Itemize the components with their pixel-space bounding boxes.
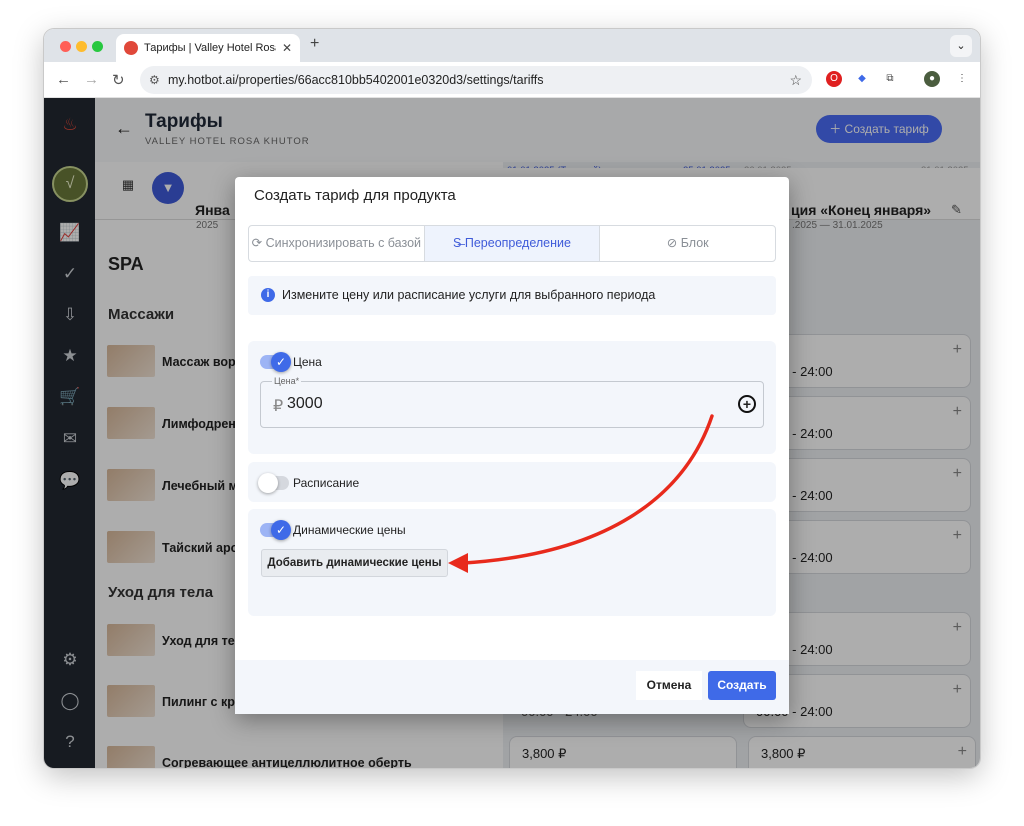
- toggle-knob: [258, 473, 278, 493]
- price-field-label: Цена*: [272, 376, 302, 386]
- check-icon: ✓: [271, 352, 291, 372]
- segment-override-label: Переопределение: [464, 236, 571, 250]
- bookmark-star-icon[interactable]: ☆: [789, 66, 802, 94]
- price-toggle-label: Цена: [293, 355, 322, 369]
- dialog-footer: Отмена Создать: [235, 660, 789, 714]
- browser-tab[interactable]: Тарифы | Valley Hotel Rosa K ✕: [116, 34, 300, 62]
- info-text: Измените цену или расписание услуги для …: [282, 288, 656, 302]
- minimize-window-button[interactable]: [76, 41, 87, 52]
- reload-icon[interactable]: ↻: [112, 71, 125, 89]
- dialog-title: Создать тариф для продукта: [254, 187, 456, 204]
- dynamic-prices-panel: ✓ Динамические цены Добавить динамически…: [248, 509, 776, 616]
- segment-block[interactable]: ⊘ Блок: [600, 226, 775, 261]
- close-window-button[interactable]: [60, 41, 71, 52]
- segment-sync[interactable]: ⟳ Синхронизировать с базой: [249, 226, 425, 261]
- sync-icon: ⟳: [251, 236, 263, 250]
- tag-extension-icon[interactable]: ◆: [854, 71, 870, 87]
- block-icon: ⊘: [666, 236, 678, 250]
- close-tab-icon[interactable]: ✕: [282, 41, 292, 55]
- back-arrow-icon[interactable]: ←: [56, 71, 71, 88]
- site-info-icon[interactable]: ⚙: [149, 66, 160, 94]
- schedule-toggle[interactable]: [258, 473, 289, 493]
- strikethrough-icon: S̶: [453, 236, 462, 250]
- schedule-panel: Расписание: [248, 462, 776, 502]
- url-text: my.hotbot.ai/properties/66acc810bb540200…: [168, 73, 544, 87]
- tab-search-chevron-icon[interactable]: ⌄: [950, 35, 972, 57]
- address-bar-row: ← → ↻ ⚙ my.hotbot.ai/properties/66acc810…: [44, 62, 980, 98]
- forward-arrow-icon[interactable]: →: [84, 71, 99, 88]
- schedule-toggle-label: Расписание: [293, 476, 360, 490]
- price-panel: ✓ Цена Цена* ₽ 3000 +: [248, 341, 776, 454]
- opera-extension-icon[interactable]: O: [826, 71, 842, 87]
- info-banner: i Измените цену или расписание услуги дл…: [248, 276, 776, 315]
- app-area: ♨ √ 📈 ✓ ⇩ ★ 🛒 ✉ 💬 ⚙ ◯ ? ← Тарифы VALLEY …: [44, 98, 980, 768]
- cancel-button[interactable]: Отмена: [636, 671, 702, 700]
- add-circle-icon[interactable]: +: [738, 395, 756, 413]
- tab-title: Тарифы | Valley Hotel Rosa K: [144, 42, 276, 54]
- create-button[interactable]: Создать: [708, 671, 776, 700]
- create-tariff-dialog: Создать тариф для продукта ⟳ Синхронизир…: [235, 177, 789, 714]
- check-icon: ✓: [271, 520, 291, 540]
- hotbot-favicon-icon: [124, 41, 138, 55]
- info-icon: i: [261, 288, 275, 302]
- dynamic-prices-toggle-label: Динамические цены: [293, 523, 406, 537]
- extensions-puzzle-icon[interactable]: ⧉: [882, 71, 898, 87]
- browser-window: Тарифы | Valley Hotel Rosa K ✕ + ⌄ ← → ↻…: [44, 29, 980, 768]
- profile-avatar[interactable]: ●: [924, 71, 940, 87]
- segment-override[interactable]: S̶ Переопределение: [424, 226, 601, 261]
- url-field[interactable]: ⚙ my.hotbot.ai/properties/66acc810bb5402…: [140, 66, 812, 94]
- segment-block-label: Блок: [680, 236, 709, 250]
- dynamic-prices-toggle[interactable]: ✓: [260, 520, 291, 540]
- maximize-window-button[interactable]: [92, 41, 103, 52]
- mode-segmented-control: ⟳ Синхронизировать с базой S̶ Переопреде…: [248, 225, 776, 262]
- new-tab-icon[interactable]: +: [310, 35, 319, 53]
- add-dynamic-prices-button[interactable]: Добавить динамические цены: [261, 549, 448, 577]
- price-input[interactable]: Цена* ₽ 3000 +: [260, 376, 764, 428]
- segment-sync-label: Синхронизировать с базой: [265, 236, 422, 250]
- browser-titlebar: Тарифы | Valley Hotel Rosa K ✕ + ⌄: [44, 29, 980, 62]
- price-toggle[interactable]: ✓: [260, 352, 291, 372]
- price-value: 3000: [287, 395, 323, 412]
- currency-symbol: ₽: [273, 398, 284, 415]
- browser-menu-icon[interactable]: ⋮: [954, 71, 970, 87]
